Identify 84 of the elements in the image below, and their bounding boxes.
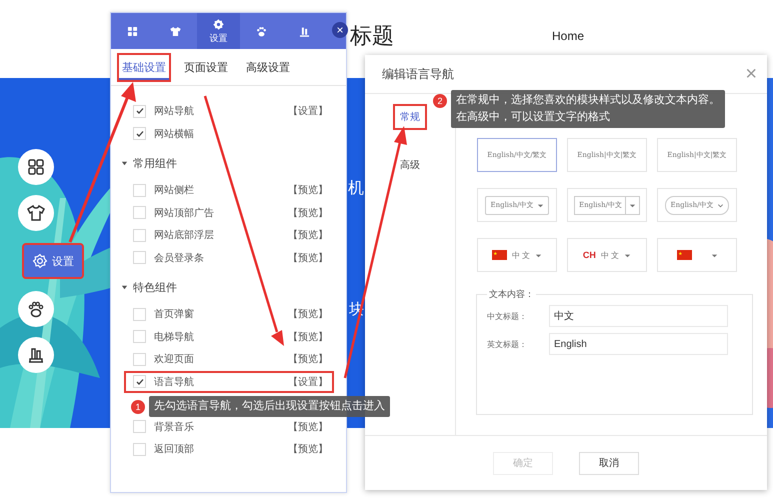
settings-icon — [32, 253, 48, 269]
checkbox[interactable] — [133, 104, 146, 118]
check-icon — [134, 128, 144, 139]
item-label: 网站底部浮层 — [154, 228, 215, 242]
option-text: 中 文 — [600, 250, 620, 260]
action-link[interactable]: 【预览】 — [288, 352, 328, 366]
checkbox[interactable] — [133, 375, 146, 388]
sub-tab[interactable]: 基础设置 — [117, 52, 171, 82]
tooltip: 在常规中，选择您喜欢的模块样式以及修改文本内容。 在高级中，可以设置文字的格式 — [451, 90, 725, 128]
flag-icon — [676, 250, 692, 260]
input-field[interactable]: English — [549, 333, 728, 355]
checkbox[interactable] — [133, 420, 146, 434]
checkbox[interactable] — [133, 330, 146, 344]
style-option[interactable]: CH 中 文 — [567, 238, 647, 272]
style-option[interactable] — [657, 238, 737, 272]
checkbox[interactable] — [133, 127, 146, 140]
paw-icon — [255, 24, 268, 38]
sub-tab[interactable]: 高级设置 — [241, 52, 295, 82]
item-label: 返回顶部 — [154, 442, 195, 456]
item-label: 网站侧栏 — [154, 184, 195, 198]
item-label: 欢迎页面 — [154, 352, 195, 366]
caret-icon — [536, 202, 544, 208]
dialog-title: 编辑语言导航 — [382, 66, 454, 82]
item-label: 会员登录条 — [154, 252, 205, 265]
action-link[interactable]: 【预览】 — [288, 307, 328, 322]
site-title: 标题 — [350, 22, 394, 50]
shirt-icon — [169, 24, 182, 38]
paw-icon — [26, 299, 46, 319]
caret-icon[interactable] — [121, 160, 128, 166]
action-link[interactable]: 【预览】 — [288, 228, 328, 242]
action-link[interactable]: 【预览】 — [288, 420, 328, 434]
field-label: 中文标题： — [487, 310, 528, 322]
action-link[interactable]: 【设置】 — [288, 104, 328, 118]
sub-tab[interactable]: 页面设置 — [179, 52, 233, 82]
item-label: 背景音乐 — [154, 420, 195, 434]
dialog-tab[interactable]: 高级 — [393, 152, 427, 178]
item-label: 网站横幅 — [154, 128, 195, 141]
item-label: 网站顶部广告 — [154, 206, 215, 220]
shirt-icon — [26, 203, 46, 223]
action-link[interactable]: 【预览】 — [288, 442, 328, 456]
option-text: 中 文 — [512, 250, 530, 260]
hero-heading: 机 — [348, 179, 364, 199]
style-option[interactable]: 中 文 — [477, 238, 557, 272]
item-label: 电梯导航 — [154, 330, 195, 344]
caret-icon — [629, 202, 636, 208]
caret-icon — [716, 202, 724, 208]
dialog-tab[interactable]: 常规 — [393, 104, 427, 130]
caret-icon — [624, 252, 632, 258]
grid-icon — [26, 157, 46, 177]
action-link[interactable]: 【预览】 — [288, 206, 328, 220]
action-link[interactable]: 【设置】 — [288, 374, 328, 389]
checkbox[interactable] — [133, 184, 146, 197]
action-link[interactable]: 【预览】 — [288, 330, 328, 344]
checkbox[interactable] — [133, 442, 146, 456]
group-legend: 文本内容： — [487, 288, 536, 301]
cancel-button[interactable]: 取消 — [579, 452, 639, 474]
check-icon — [134, 106, 144, 116]
gear-icon — [212, 18, 225, 30]
checkbox[interactable] — [133, 308, 146, 321]
building-icon — [298, 24, 311, 38]
field-label: 英文标题： — [487, 338, 528, 350]
item-label: 语言导航 — [154, 376, 195, 389]
panel-tab[interactable]: 设置 — [197, 13, 240, 49]
group-title: 常用组件 — [133, 156, 177, 170]
language-code: CH — [582, 250, 596, 260]
item-label: 网站导航 — [154, 104, 195, 118]
caret-icon — [535, 252, 542, 258]
check-icon — [134, 376, 144, 387]
nav-link[interactable]: Home — [552, 29, 584, 43]
tooltip: 先勾选语言导航，勾选后出现设置按钮点击进入 — [149, 396, 390, 417]
action-link[interactable]: 【预览】 — [288, 183, 328, 198]
checkbox[interactable] — [133, 251, 146, 264]
checkbox[interactable] — [133, 352, 146, 366]
checkbox[interactable] — [133, 228, 146, 242]
group-title: 特色组件 — [133, 280, 177, 294]
settings-menu-item[interactable]: 设置 — [22, 243, 84, 279]
caret-icon — [710, 252, 718, 258]
checkbox[interactable] — [133, 206, 146, 220]
flag-icon — [492, 250, 507, 260]
caret-icon[interactable] — [121, 284, 128, 290]
action-link[interactable]: 【预览】 — [288, 250, 328, 265]
grid-icon — [126, 24, 139, 38]
item-label: 首页弹窗 — [154, 308, 195, 322]
input-field[interactable]: 中文 — [549, 305, 728, 327]
